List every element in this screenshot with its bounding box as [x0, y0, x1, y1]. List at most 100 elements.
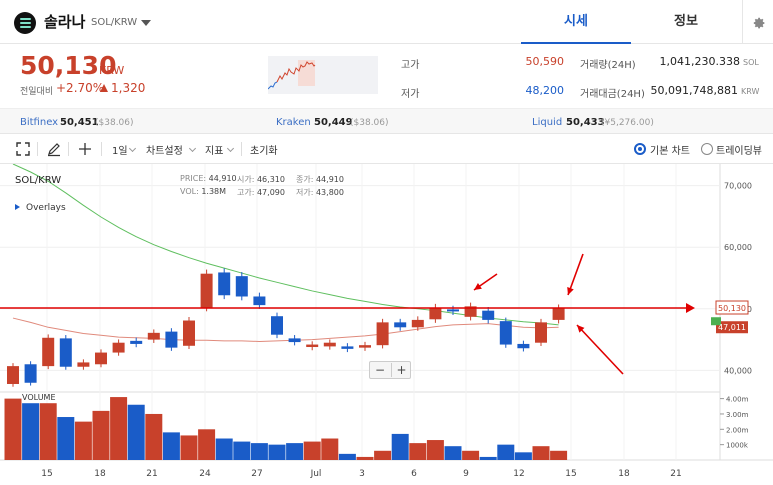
candle-body [499, 321, 512, 345]
gear-icon [753, 17, 765, 29]
exchange-jpy: (¥5,276.00) [601, 118, 654, 128]
volume-bar [57, 417, 75, 460]
candle-body [165, 331, 178, 348]
exchange-name[interactable]: Bitfinex [20, 117, 58, 128]
annotation-arrow [576, 324, 624, 375]
volume-bar [92, 410, 110, 460]
chevron-down-icon [128, 144, 137, 153]
moving-average-line [12, 317, 559, 342]
volume-bar [180, 435, 198, 460]
mini-chart [267, 56, 378, 94]
volume-bar [462, 450, 480, 460]
ma-value-tag-label: 47,011 [718, 323, 746, 332]
chevron-down-icon [226, 144, 235, 153]
volume-bar [233, 441, 251, 460]
volume-label: VOLUME [22, 393, 56, 402]
volume-bar [127, 404, 145, 460]
exchange-name[interactable]: Kraken [276, 117, 311, 128]
header: 솔라나 SOL/KRW 시세 정보 [0, 0, 773, 44]
candle-body [376, 322, 389, 346]
y-tick-label: 60,000 [724, 243, 752, 252]
y-tick-label: 70,000 [724, 182, 752, 191]
fullscreen-icon[interactable] [15, 141, 31, 157]
x-tick-label: 18 [94, 469, 106, 479]
high-label: 고가 [401, 60, 420, 71]
volume-bar [74, 421, 92, 460]
volume-bar [268, 444, 286, 460]
basic-chart-label[interactable]: 기본 차트 [650, 142, 690, 157]
tab-price[interactable]: 시세 [521, 0, 631, 44]
volume-bar [110, 397, 128, 460]
high-value: 50,590 [525, 55, 565, 68]
low-value: 48,200 [525, 84, 565, 97]
volume-tick-label: 2.00m [726, 426, 749, 434]
chart-settings-menu[interactable]: 차트설정 [146, 142, 183, 157]
exchange-price: 50,451 [60, 117, 99, 128]
overlays-label: Overlays [26, 203, 66, 213]
exchange-price: 50,433 [566, 117, 605, 128]
x-tick-label: 27 [251, 469, 262, 479]
candle-body [95, 352, 107, 365]
x-tick-label: 15 [565, 469, 576, 479]
volume-bar [250, 443, 268, 460]
candle-body [447, 309, 459, 312]
candle-body [535, 322, 547, 343]
candle-body [552, 308, 565, 320]
amount-value: 50,091,748,881 [650, 84, 738, 97]
x-tick-label: 21 [670, 469, 681, 479]
chevron-down-icon[interactable] [141, 20, 151, 26]
basic-chart-radio[interactable] [634, 143, 646, 155]
price-line-arrowhead [686, 303, 695, 314]
tab-info[interactable]: 정보 [631, 0, 741, 44]
x-tick-label: 3 [359, 469, 365, 479]
current-price-tag-label: 50,130 [718, 304, 746, 313]
reset-button[interactable]: 초기화 [250, 142, 278, 157]
candle-body [42, 337, 55, 367]
candle-body [271, 316, 283, 335]
settings-button[interactable] [742, 0, 773, 44]
candle-body [200, 273, 213, 308]
amount-unit: KRW [741, 87, 760, 96]
candle-body [306, 344, 319, 348]
up-arrow-icon [100, 84, 108, 92]
x-tick-label: 9 [463, 469, 469, 479]
x-tick-label: 24 [199, 469, 211, 479]
chart-canvas[interactable]: 40,00050,00060,00070,0001518212427Jul369… [0, 164, 773, 485]
volume-bar [338, 453, 356, 460]
y-tick-label: 40,000 [724, 366, 752, 375]
tradingview-radio[interactable] [701, 143, 713, 155]
crosshair-icon[interactable] [77, 141, 93, 157]
candle-body [341, 346, 354, 349]
candle-body [235, 276, 248, 297]
exchange-name[interactable]: Liquid [532, 117, 562, 128]
candle-body [59, 338, 72, 367]
volume-bar [426, 440, 444, 460]
candle-body [429, 307, 442, 320]
low-label: 저가 [401, 89, 420, 100]
price-chart[interactable]: 40,00050,00060,00070,0001518212427Jul369… [0, 164, 773, 485]
pencil-icon[interactable] [46, 141, 62, 157]
candle-body [183, 320, 195, 346]
tradingview-label[interactable]: 트레이딩뷰 [716, 142, 762, 157]
x-tick-label: 6 [411, 469, 417, 479]
candle-body [482, 310, 495, 320]
moving-average-line [12, 164, 559, 326]
coin-pair: SOL/KRW [91, 17, 138, 28]
candle-body [411, 319, 424, 328]
volume-label: 거래량(24H) [580, 60, 636, 71]
zoom-controls: − + [369, 361, 411, 379]
zoom-out-button[interactable]: − [370, 363, 390, 377]
annotation-arrowhead [474, 283, 482, 290]
volume-bar [374, 450, 392, 460]
mini-chart-sparkline [267, 60, 316, 90]
zoom-in-button[interactable]: + [391, 363, 411, 377]
overlays-toggle[interactable]: Overlays [15, 203, 66, 213]
candle-body [24, 364, 37, 383]
app-root: 솔라나 SOL/KRW 시세 정보 50,130 KRW 전일대비 +2.70%… [0, 0, 773, 485]
candle-body [112, 342, 125, 353]
solana-logo-icon [14, 12, 36, 34]
indicators-menu[interactable]: 지표 [205, 142, 223, 157]
x-tick-label: 21 [146, 469, 157, 479]
interval-select[interactable]: 1일 [112, 142, 128, 157]
volume-value: 1,041,230.338 [659, 55, 740, 68]
